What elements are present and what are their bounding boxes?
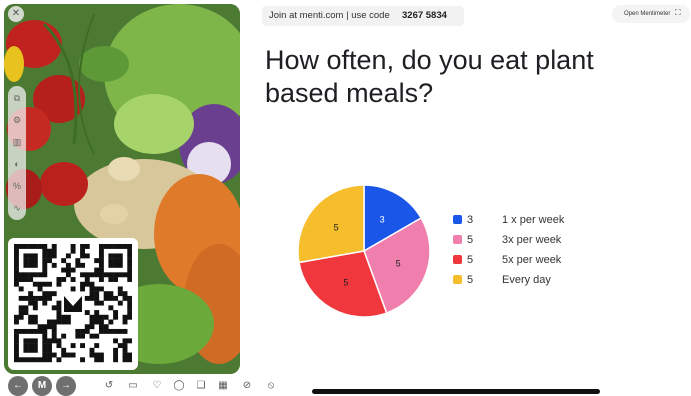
- pie-slice-label-4: 5: [334, 223, 339, 233]
- block-icon[interactable]: ⦸: [264, 379, 278, 393]
- legend-swatch: [453, 275, 462, 284]
- open-mentimeter-label: Open Mentimeter: [624, 11, 671, 17]
- legend-swatch: [453, 255, 462, 264]
- back-icon[interactable]: ←: [8, 376, 28, 396]
- legend-label: 5x per week: [502, 254, 562, 266]
- undo-icon[interactable]: ↺: [102, 379, 116, 393]
- qa-icon[interactable]: ❑: [194, 379, 208, 393]
- legend-label: 3x per week: [502, 234, 562, 246]
- presentation-stage: ✕ ⧉ ⚙ ▥ ◐ % ∿ Join at menti.com | use co…: [0, 0, 691, 396]
- legend-item: 5 3x per week: [453, 232, 593, 248]
- bar-chart-icon[interactable]: ▥: [11, 136, 23, 148]
- legend-item: 3 1 x per week: [453, 212, 593, 228]
- line-chart-icon[interactable]: ∿: [11, 202, 23, 214]
- legend-item: 5 Every day: [453, 272, 593, 288]
- fullscreen-icon[interactable]: ⛶: [675, 8, 681, 18]
- pie-slice-label-2: 5: [396, 258, 401, 268]
- copy-icon[interactable]: ⧉: [11, 92, 23, 104]
- join-instructions: Join at menti.com | use code 3267 5834: [262, 6, 464, 26]
- slide-icon[interactable]: ▭: [126, 379, 140, 393]
- legend-swatch: [453, 215, 462, 224]
- home-indicator: [312, 389, 600, 394]
- qr-code: [8, 238, 138, 370]
- percent-icon[interactable]: %: [11, 180, 23, 192]
- menti-logo-icon: [64, 296, 82, 312]
- forward-icon[interactable]: →: [56, 376, 76, 396]
- legend-count: 3: [467, 214, 474, 226]
- hide-icon[interactable]: ⊘: [240, 379, 254, 393]
- question-title: How often, do you eat plant based meals?: [265, 45, 594, 108]
- legend-label: 1 x per week: [502, 214, 565, 226]
- legend-label: Every day: [502, 274, 551, 286]
- reaction-icon[interactable]: ♡: [150, 379, 164, 393]
- legend-item: 5 5x per week: [453, 252, 593, 268]
- comment-icon[interactable]: ◯: [172, 379, 186, 393]
- legend-count: 5: [467, 274, 474, 286]
- pie-chart: 3 5 5 5: [297, 184, 431, 318]
- legend-swatch: [453, 235, 462, 244]
- side-toolbar: ⧉ ⚙ ▥ ◐ % ∿: [8, 86, 26, 220]
- qr-code-image: [14, 244, 132, 363]
- pie-slice-label-1: 3: [380, 215, 385, 225]
- join-code: 3267 5834: [402, 10, 447, 21]
- settings-icon[interactable]: ⚙: [11, 114, 23, 126]
- legend-count: 5: [467, 234, 474, 246]
- pie-slice-label-3: 5: [343, 277, 348, 287]
- pie-slice-4: [297, 184, 365, 264]
- grid-icon[interactable]: ▦: [216, 379, 230, 393]
- palette-icon[interactable]: ◐: [11, 158, 23, 170]
- close-icon[interactable]: ✕: [8, 6, 24, 22]
- legend-count: 5: [467, 254, 474, 266]
- join-text: Join at menti.com | use code: [269, 10, 390, 21]
- menti-logo-icon[interactable]: M: [32, 376, 52, 396]
